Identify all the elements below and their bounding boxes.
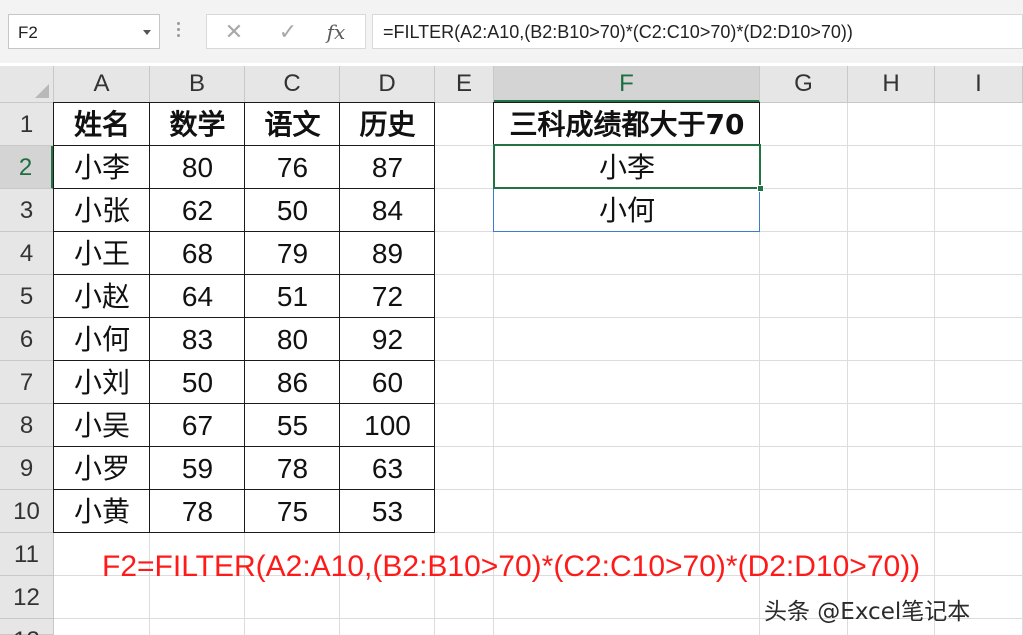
table-cell[interactable]: 63 <box>340 447 435 490</box>
result-header-cell[interactable]: 三科成绩都大于70 <box>494 103 760 146</box>
table-cell[interactable]: 53 <box>340 490 435 533</box>
table-cell[interactable]: 78 <box>150 490 245 533</box>
table-border-horizontal <box>53 360 435 361</box>
table-cell[interactable]: 64 <box>150 275 245 318</box>
table-border-horizontal <box>53 102 435 103</box>
active-cell-selection[interactable] <box>493 144 764 192</box>
table-cell[interactable]: 83 <box>150 318 245 361</box>
table-cell[interactable]: 68 <box>150 232 245 275</box>
table-cell[interactable]: 75 <box>245 490 340 533</box>
table-border-horizontal <box>53 231 435 232</box>
row-header-13[interactable]: 13 <box>0 619 54 635</box>
table-cell[interactable]: 小赵 <box>54 275 150 318</box>
table-cell[interactable]: 100 <box>340 404 435 447</box>
table-cell[interactable]: 84 <box>340 189 435 232</box>
name-box-value: F2 <box>18 23 38 42</box>
row-header-5[interactable]: 5 <box>0 275 54 318</box>
column-header-a[interactable]: A <box>54 66 150 103</box>
enter-icon[interactable]: ✓ <box>275 19 301 45</box>
row-header-12[interactable]: 12 <box>0 576 54 619</box>
table-cell[interactable]: 51 <box>245 275 340 318</box>
column-header-i[interactable]: I <box>935 66 1023 103</box>
table-cell[interactable]: 72 <box>340 275 435 318</box>
table-cell[interactable]: 78 <box>245 447 340 490</box>
result-header-border <box>759 102 760 146</box>
table-cell[interactable]: 小罗 <box>54 447 150 490</box>
drag-handle-icon[interactable] <box>176 22 182 42</box>
row-header-11[interactable]: 11 <box>0 533 54 576</box>
column-header-b[interactable]: B <box>150 66 245 103</box>
table-border-horizontal <box>53 317 435 318</box>
table-cell[interactable]: 小黄 <box>54 490 150 533</box>
table-cell[interactable]: 50 <box>245 189 340 232</box>
table-cell[interactable]: 55 <box>245 404 340 447</box>
result-header-border <box>493 102 494 146</box>
formula-buttons: ✕ ✓ fx <box>206 14 366 49</box>
gridline-vertical <box>934 103 935 635</box>
table-cell[interactable]: 76 <box>245 146 340 189</box>
column-header-g[interactable]: G <box>760 66 848 103</box>
table-border-horizontal <box>53 145 435 146</box>
row-header-1[interactable]: 1 <box>0 103 54 146</box>
table-cell[interactable]: 87 <box>340 146 435 189</box>
table-border-horizontal <box>53 532 435 533</box>
column-header-d[interactable]: D <box>340 66 435 103</box>
table-cell[interactable]: 小王 <box>54 232 150 275</box>
formula-input[interactable]: =FILTER(A2:A10,(B2:B10>70)*(C2:C10>70)*(… <box>372 14 1023 49</box>
column-header-f[interactable]: F <box>494 66 760 103</box>
row-header-7[interactable]: 7 <box>0 361 54 404</box>
table-cell[interactable]: 60 <box>340 361 435 404</box>
table-cell[interactable]: 50 <box>150 361 245 404</box>
fill-handle[interactable] <box>757 185 764 192</box>
name-box[interactable]: F2 <box>8 14 160 49</box>
column-header-e[interactable]: E <box>435 66 494 103</box>
insert-function-icon[interactable]: fx <box>321 19 351 45</box>
header-cell[interactable]: 历史 <box>340 103 435 146</box>
table-cell[interactable]: 67 <box>150 404 245 447</box>
table-cell[interactable]: 62 <box>150 189 245 232</box>
header-cell[interactable]: 数学 <box>150 103 245 146</box>
formula-text: =FILTER(A2:A10,(B2:B10>70)*(C2:C10>70)*(… <box>383 22 853 42</box>
result-header-border <box>493 102 760 103</box>
result-cell[interactable]: 小何 <box>494 189 760 232</box>
row-header-9[interactable]: 9 <box>0 447 54 490</box>
spill-range-border <box>493 231 760 232</box>
cancel-icon[interactable]: ✕ <box>221 19 247 45</box>
table-cell[interactable]: 80 <box>150 146 245 189</box>
row-header-4[interactable]: 4 <box>0 232 54 275</box>
table-border-horizontal <box>53 446 435 447</box>
column-header-h[interactable]: H <box>848 66 935 103</box>
table-cell[interactable]: 79 <box>245 232 340 275</box>
formula-bar: F2 ✕ ✓ fx =FILTER(A2:A10,(B2:B10>70)*(C2… <box>0 0 1023 63</box>
table-cell[interactable]: 80 <box>245 318 340 361</box>
row-header-2[interactable]: 2 <box>0 146 54 189</box>
table-cell[interactable]: 小何 <box>54 318 150 361</box>
header-cell[interactable]: 语文 <box>245 103 340 146</box>
table-cell[interactable]: 小刘 <box>54 361 150 404</box>
table-cell[interactable]: 59 <box>150 447 245 490</box>
table-border-horizontal <box>53 403 435 404</box>
table-cell[interactable]: 86 <box>245 361 340 404</box>
select-all-button[interactable] <box>0 66 54 103</box>
table-border-horizontal <box>53 274 435 275</box>
table-cell[interactable]: 小李 <box>54 146 150 189</box>
watermark: 头条 @Excel笔记本 <box>764 599 971 625</box>
column-header-c[interactable]: C <box>245 66 340 103</box>
table-cell[interactable]: 小张 <box>54 189 150 232</box>
header-cell[interactable]: 姓名 <box>54 103 150 146</box>
table-cell[interactable]: 92 <box>340 318 435 361</box>
table-border-horizontal <box>53 489 435 490</box>
row-header-3[interactable]: 3 <box>0 189 54 232</box>
row-header-10[interactable]: 10 <box>0 490 54 533</box>
table-border-horizontal <box>53 188 435 189</box>
formula-annotation: F2=FILTER(A2:A10,(B2:B10>70)*(C2:C10>70)… <box>102 550 921 583</box>
table-cell[interactable]: 89 <box>340 232 435 275</box>
row-header-6[interactable]: 6 <box>0 318 54 361</box>
table-cell[interactable]: 小吴 <box>54 404 150 447</box>
row-header-8[interactable]: 8 <box>0 404 54 447</box>
chevron-down-icon[interactable] <box>143 30 151 35</box>
